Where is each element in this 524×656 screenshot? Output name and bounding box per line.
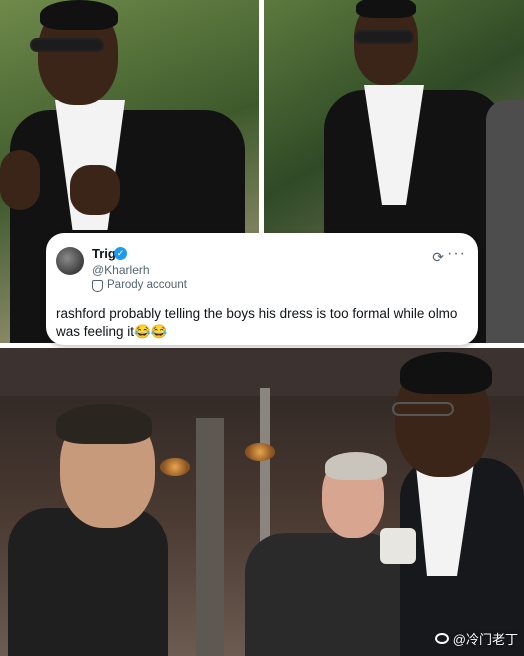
sunglasses (30, 38, 104, 52)
photo-bottom (0, 348, 524, 656)
verified-badge-icon: ✓ (114, 247, 127, 260)
tweet-author-name[interactable]: Trig (92, 246, 116, 261)
weibo-watermark: @冷门老丁 (434, 629, 518, 648)
hand (0, 150, 40, 210)
hanging-lamp (160, 458, 190, 476)
hair (325, 452, 387, 480)
pillar (196, 418, 224, 656)
hanging-lamp (245, 443, 275, 461)
parody-account-label: Parody account (107, 279, 187, 291)
braided-hair (356, 0, 416, 18)
tweet-card[interactable]: Trig ✓ @Kharlerh Parody account ⟳ ··· ra… (46, 233, 478, 345)
glasses (392, 402, 454, 416)
grok-icon[interactable]: ⟳ (432, 249, 444, 266)
more-options-icon[interactable]: ··· (447, 245, 466, 263)
avatar[interactable] (56, 247, 84, 275)
hair (56, 404, 152, 444)
watermark-text: @冷门老丁 (452, 632, 518, 647)
sunglasses (354, 30, 414, 44)
dark-shirt (8, 508, 168, 656)
tweet-author-handle[interactable]: @Kharlerh (92, 263, 150, 277)
tweet-text: rashford probably telling the boys his d… (56, 306, 458, 339)
bystander (486, 100, 524, 343)
braided-hair (40, 0, 118, 30)
weibo-icon (434, 633, 449, 644)
mask-icon (92, 280, 103, 292)
braided-hair (400, 352, 492, 394)
hand (70, 165, 120, 215)
sign (380, 528, 416, 564)
